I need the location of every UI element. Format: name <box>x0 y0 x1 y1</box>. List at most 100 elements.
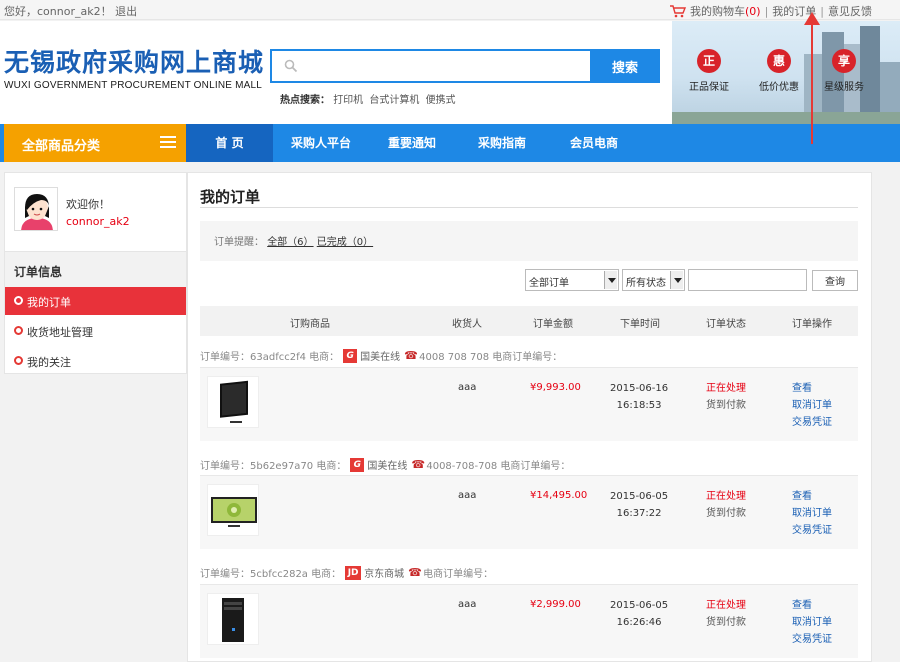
order-amount: ¥9,993.00 <box>530 382 581 393</box>
query-input[interactable] <box>688 269 807 291</box>
product-thumbnail[interactable] <box>207 593 259 645</box>
cancel-order-link[interactable]: 取消订单 <box>792 505 832 522</box>
logo-title: 无锡政府采购网上商城 <box>4 48 265 77</box>
cart-label: 我的购物车 <box>689 5 745 18</box>
cart-link[interactable]: 我的购物车(0) <box>690 3 761 19</box>
order-number: 订单编号：5b62e97a70 电商： <box>200 461 347 472</box>
building-graphic <box>860 26 880 124</box>
nav-home[interactable]: 首 页 <box>186 124 273 162</box>
sidebar-username[interactable]: connor_ak2 <box>66 215 130 228</box>
discount-badge-icon: 惠 <box>767 49 791 73</box>
hot-link[interactable]: 便携式 <box>426 95 456 106</box>
order-clock: 16:37:22 <box>616 508 662 519</box>
orders-panel: 我的订单 订单提醒： 全部（6） 已完成（0） 全部订单 所有状态 查询 订购商… <box>187 172 872 662</box>
search-button[interactable]: 搜索 <box>590 49 660 83</box>
receipt-link[interactable]: 交易凭证 <box>792 522 832 539</box>
view-order-link[interactable]: 查看 <box>792 597 832 614</box>
reminder-all-link[interactable]: 全部（6） <box>267 237 313 248</box>
hot-link[interactable]: 打印机 <box>333 95 363 106</box>
status-text: 正在处理 <box>706 491 746 502</box>
order-clock: 16:18:53 <box>616 400 662 411</box>
order-amount: ¥2,999.00 <box>530 599 581 610</box>
order-time: 2015-06-05 16:26:46 <box>610 597 668 631</box>
table-row: aaa ¥9,993.00 2015-06-16 16:18:53 正在处理 货… <box>200 367 858 441</box>
promo-banner: 正 正品保证 惠 低价优惠 享 星级服务 <box>672 21 900 124</box>
phone-icon: ☎ <box>411 457 426 471</box>
jd-logo-icon: JD <box>345 565 362 580</box>
order-type-value: 全部订单 <box>529 278 569 289</box>
shop-name: 国美在线 <box>360 352 401 363</box>
nav-notices[interactable]: 重要通知 <box>370 124 454 162</box>
trees-graphic <box>672 112 900 124</box>
status-select[interactable]: 所有状态 <box>622 269 685 291</box>
nav-guide[interactable]: 采购指南 <box>460 124 544 162</box>
all-categories-button[interactable]: 全部商品分类 <box>4 124 186 162</box>
receipt-link[interactable]: 交易凭证 <box>792 631 832 648</box>
sidebar-item-favorites[interactable]: 我的关注 <box>5 347 186 375</box>
user-sidebar: 欢迎你！ connor_ak2 订单信息 我的订单 收货地址管理 我的关注 <box>4 172 187 374</box>
search-input[interactable] <box>270 49 590 83</box>
receiver: aaa <box>458 382 477 393</box>
badge-label: 低价优惠 <box>759 82 799 93</box>
top-username-link[interactable]: connor_ak2 <box>37 5 101 18</box>
receiver: aaa <box>458 599 477 610</box>
view-order-link[interactable]: 查看 <box>792 488 832 505</box>
order-header: 订单编号：5cbfcc282a 电商： JD 京东商城 ☎ 电商订单编号： <box>200 565 493 580</box>
nav-buyer-platform[interactable]: 采购人平台 <box>278 124 364 162</box>
order-date: 2015-06-05 <box>610 491 669 502</box>
product-thumbnail[interactable] <box>207 484 259 536</box>
greeting-text: 您好， <box>4 5 37 18</box>
genuine-badge-icon: 正 <box>697 49 721 73</box>
order-date: 2015-06-05 <box>610 600 669 611</box>
column-header: 下单时间 <box>620 319 660 330</box>
nav-member-ecommerce[interactable]: 会员电商 <box>552 124 636 162</box>
order-actions: 查看 取消订单 交易凭证 <box>792 380 832 431</box>
category-label: 全部商品分类 <box>22 139 101 154</box>
greeting: 您好，connor_ak2！ 退出 <box>4 3 137 19</box>
page-title: 我的订单 <box>200 188 261 206</box>
cancel-order-link[interactable]: 取消订单 <box>792 614 832 631</box>
sidebar-item-label: 收货地址管理 <box>27 326 93 339</box>
order-status: 正在处理 货到付款 <box>706 488 746 522</box>
reminder-label: 订单提醒： <box>214 237 264 248</box>
site-logo[interactable]: 无锡政府采购网上商城 WUXI GOVERNMENT PROCUREMENT O… <box>4 43 264 91</box>
receipt-link[interactable]: 交易凭证 <box>792 414 832 431</box>
cancel-order-link[interactable]: 取消订单 <box>792 397 832 414</box>
orders-table-header: 订购商品 收货人 订单金额 下单时间 订单状态 订单操作 <box>200 306 858 336</box>
order-number: 订单编号：63adfcc2f4 电商： <box>200 352 340 363</box>
chevron-down-icon <box>670 271 683 289</box>
order-type-select[interactable]: 全部订单 <box>525 269 619 291</box>
gome-logo-icon: G <box>350 457 365 472</box>
hot-searches: 热点搜索： 打印机 台式计算机 便携式 <box>280 91 459 106</box>
feedback-link[interactable]: 意见反馈 <box>828 3 872 19</box>
annotation-arrow-head <box>804 12 820 25</box>
query-button[interactable]: 查询 <box>812 270 858 291</box>
cart-icon[interactable] <box>669 4 686 18</box>
hot-link[interactable]: 台式计算机 <box>369 95 419 106</box>
phone-icon: ☎ <box>404 348 418 362</box>
order-time: 2015-06-16 16:18:53 <box>610 380 668 414</box>
status-text: 正在处理 <box>706 383 746 394</box>
annotation-arrow <box>811 22 813 144</box>
order-date: 2015-06-16 <box>610 383 669 394</box>
shop-name: 国美在线 <box>367 461 408 472</box>
divider <box>200 207 858 208</box>
order-time: 2015-06-05 16:37:22 <box>610 488 668 522</box>
payment-method: 货到付款 <box>706 400 746 411</box>
order-phone: 4008 708 708 电商订单编号： <box>419 352 563 363</box>
site-header: 无锡政府采购网上商城 WUXI GOVERNMENT PROCUREMENT O… <box>0 21 900 124</box>
gome-logo-icon: G <box>343 348 358 363</box>
reminder-done-link[interactable]: 已完成（0） <box>317 237 373 248</box>
logout-link[interactable]: 退出 <box>115 5 137 18</box>
product-thumbnail[interactable] <box>207 376 259 428</box>
sidebar-item-my-orders[interactable]: 我的订单 <box>5 287 186 315</box>
badge-label: 星级服务 <box>824 82 864 93</box>
badge-label: 正品保证 <box>689 82 729 93</box>
sidebar-item-label: 我的关注 <box>27 356 71 369</box>
main-nav: 全部商品分类 首 页 采购人平台 重要通知 采购指南 会员电商 <box>0 124 900 162</box>
order-status: 正在处理 货到付款 <box>706 597 746 631</box>
bullet-icon <box>14 296 23 305</box>
sidebar-item-addresses[interactable]: 收货地址管理 <box>5 317 186 345</box>
view-order-link[interactable]: 查看 <box>792 380 832 397</box>
menu-icon <box>160 136 176 149</box>
